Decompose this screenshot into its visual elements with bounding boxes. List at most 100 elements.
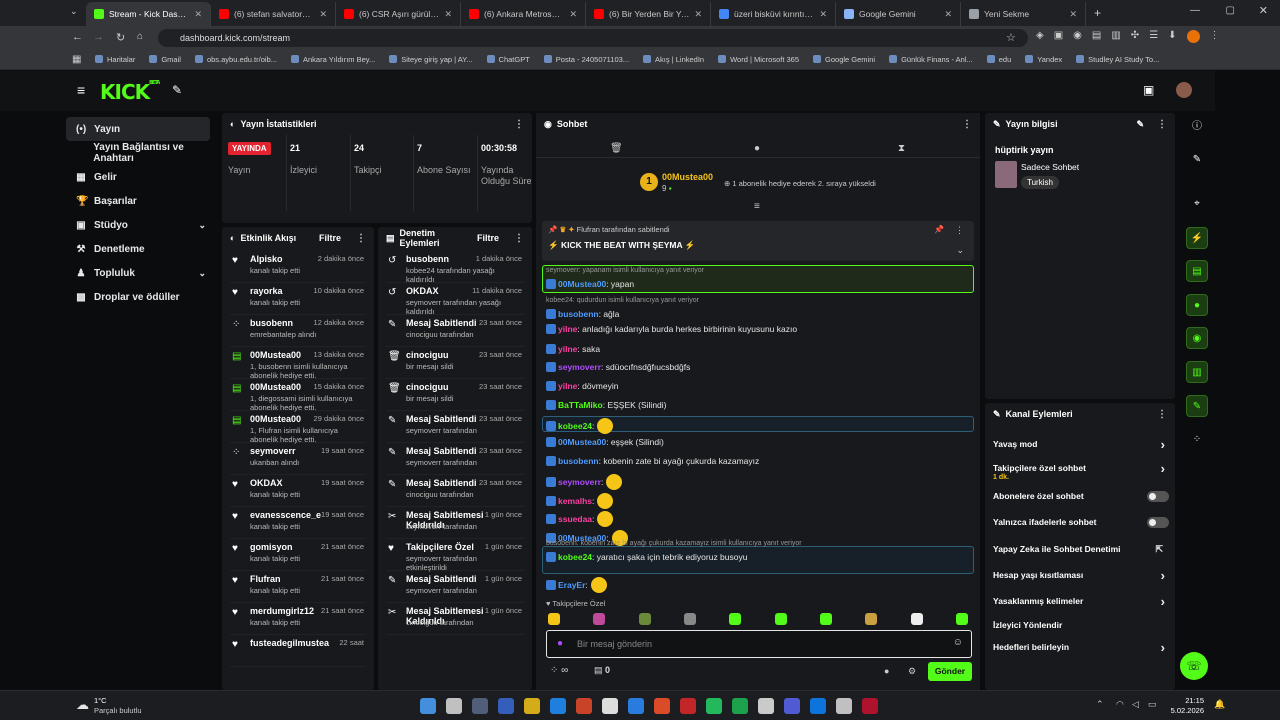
- notification-icon[interactable]: 🔔: [1214, 699, 1225, 710]
- emote-icon[interactable]: [955, 613, 968, 625]
- feed-item[interactable]: 🗑 cinociguu 23 saat önce bir mesajı sildi: [386, 347, 524, 379]
- chat-message[interactable]: kemalhs:: [546, 493, 614, 509]
- browser-tab[interactable]: Google Gemini ✕: [836, 2, 961, 26]
- pinned-menu-icon[interactable]: ⋮: [955, 225, 964, 236]
- tab-list-icon[interactable]: ☰: [1149, 30, 1158, 43]
- tab-search-icon[interactable]: ⌄: [70, 6, 78, 17]
- url-input[interactable]: dashboard.kick.com/stream: [158, 29, 1028, 47]
- feed-item[interactable]: ♥ rayorka 10 dakika önce kanalı takip etti: [230, 283, 366, 315]
- chat-message[interactable]: seymoverr:: [546, 474, 623, 490]
- channel-actions-menu-icon[interactable]: ⋮: [1157, 409, 1167, 420]
- moderation-menu-icon[interactable]: ⋮: [514, 233, 524, 244]
- taskbar-app-icon[interactable]: [706, 698, 722, 714]
- pin-icon[interactable]: 📌: [934, 225, 944, 234]
- feed-item[interactable]: ▤ 00Mustea00 13 dakika önce 1, busobenn isi…: [230, 347, 366, 380]
- taskbar-app-icon[interactable]: [524, 698, 540, 714]
- maximize-icon[interactable]: ▢: [1226, 5, 1235, 16]
- minimize-icon[interactable]: —: [1190, 5, 1200, 16]
- browser-tab[interactable]: (6) Bir Yerden Bir Yere "Ar ✕: [586, 2, 711, 26]
- feed-item[interactable]: ⁘ busobenn 12 dakika önce emrebantalep alın…: [230, 315, 366, 347]
- sidebar-item[interactable]: 🏆 Başarılar: [66, 189, 216, 213]
- browser-tab[interactable]: Yeni Sekme ✕: [961, 2, 1086, 26]
- bookmark-item[interactable]: Akış | LinkedIn: [643, 55, 704, 64]
- taskbar-app-icon[interactable]: [628, 698, 644, 714]
- chat-message[interactable]: ErayEr:: [546, 577, 607, 593]
- channel-action-item[interactable]: Hesap yaşı kısıtlaması ›: [993, 568, 1167, 588]
- document-icon[interactable]: ▤: [1186, 260, 1208, 282]
- feed-item[interactable]: ♥ fusteadegilmustea 22 saat: [230, 635, 366, 667]
- extension-icon[interactable]: ◉: [1073, 30, 1082, 43]
- bookmark-item[interactable]: Gmail: [149, 55, 181, 64]
- extension-icon[interactable]: ▥: [1111, 30, 1120, 43]
- category-thumbnail[interactable]: [995, 161, 1017, 188]
- hamburger-menu-icon[interactable]: ≡: [77, 82, 85, 98]
- chat-menu-icon[interactable]: ⋮: [962, 119, 972, 130]
- reload-icon[interactable]: ↻: [116, 31, 125, 44]
- emote-icon[interactable]: [774, 613, 787, 625]
- lightning-icon[interactable]: ⚡: [1186, 227, 1208, 249]
- activity-filter-button[interactable]: Filtre: [319, 233, 341, 243]
- bookmark-item[interactable]: Günlük Finans - Anl...: [889, 55, 973, 64]
- emote-icon[interactable]: [865, 613, 878, 625]
- channel-action-item[interactable]: İzleyici Yönlendir: [993, 620, 1167, 638]
- bookmark-item[interactable]: Word | Microsoft 365: [718, 55, 799, 64]
- feed-item[interactable]: ✎ Mesaj Sabitlendi 23 saat önce seymoverr t…: [386, 443, 524, 475]
- tab-close-icon[interactable]: ✕: [444, 9, 452, 20]
- emote-icon[interactable]: [593, 613, 606, 625]
- feed-item[interactable]: ▤ 00Mustea00 29 dakika önce 1, Flufran isim…: [230, 411, 366, 444]
- user-avatar[interactable]: [1176, 82, 1192, 98]
- chat-message[interactable]: yilne: dövmeyin: [546, 381, 618, 391]
- emote-icon[interactable]: [548, 613, 560, 625]
- clock-date[interactable]: 5.02.2026: [1160, 706, 1204, 715]
- browser-tab[interactable]: (6) CSR Aşırı gürültülü me ✕: [336, 2, 461, 26]
- menu-icon[interactable]: ⋮: [1210, 30, 1220, 43]
- chat-username[interactable]: yilne: [558, 324, 577, 334]
- bookmark-star-icon[interactable]: ☆: [1006, 31, 1016, 44]
- bookmark-item[interactable]: ChatGPT: [487, 55, 530, 64]
- channel-action-item[interactable]: Abonelere özel sohbet: [993, 491, 1169, 509]
- sidebar-item[interactable]: (•) Yayın: [66, 117, 210, 141]
- taskbar-app-icon[interactable]: [784, 698, 800, 714]
- wrench-icon[interactable]: ✎: [172, 83, 182, 97]
- download-icon[interactable]: ⬇: [1168, 30, 1176, 43]
- feed-item[interactable]: ▤ 00Mustea00 15 dakika önce 1, diegossami i…: [230, 379, 366, 412]
- forward-icon[interactable]: →: [93, 31, 104, 43]
- channel-action-item[interactable]: Yapay Zeka ile Sohbet Denetimi ⇱: [993, 544, 1167, 562]
- broadcast-icon[interactable]: ◉: [1186, 327, 1208, 349]
- profile-avatar[interactable]: [1186, 30, 1200, 43]
- volume-icon[interactable]: ◁: [1132, 699, 1139, 710]
- sidebar-item[interactable]: ⚒ Denetleme: [66, 237, 216, 261]
- feed-item[interactable]: ✎ Mesaj Sabitlendi 1 gün önce seymoverr tar…: [386, 571, 524, 603]
- chat-username[interactable]: kemalhs: [558, 496, 592, 506]
- reply-context[interactable]: busobenn: kobenin zate bi ayağı çukurda …: [546, 540, 802, 547]
- chat-username[interactable]: yilne: [558, 344, 577, 354]
- weather-temp[interactable]: 1°C: [94, 696, 107, 705]
- support-chat-button[interactable]: ☏: [1180, 652, 1208, 680]
- chat-message[interactable]: ssuedaa:: [546, 511, 614, 527]
- taskbar-app-icon[interactable]: [862, 698, 878, 714]
- users-infinity-icon[interactable]: ⁘ ∞: [550, 665, 568, 676]
- taskbar-app-icon[interactable]: [420, 698, 436, 714]
- chat-message[interactable]: BaTTaMiko: EŞŞEK (Silindi): [546, 400, 667, 410]
- emoji-icon[interactable]: ☺: [953, 637, 963, 648]
- chat-message[interactable]: 00Mustea00: yapan: [546, 279, 634, 289]
- feed-item[interactable]: ♥ merdumgirlz12 21 saat önce kanalı takip e…: [230, 603, 366, 635]
- taskbar-app-icon[interactable]: [732, 698, 748, 714]
- taskbar-app-icon[interactable]: [446, 698, 462, 714]
- bookmark-item[interactable]: edu: [987, 55, 1012, 64]
- weather-desc[interactable]: Parçalı bulutlu: [94, 706, 142, 715]
- bookmark-item[interactable]: Google Gemini: [813, 55, 875, 64]
- chat-message[interactable]: kobee24:: [546, 418, 614, 434]
- bookmark-item[interactable]: Haritalar: [95, 55, 135, 64]
- emote-icon[interactable]: [910, 613, 923, 625]
- puzzle-icon[interactable]: ✣: [1131, 30, 1139, 43]
- chat-username[interactable]: kobee24: [558, 552, 592, 562]
- sidebar-item[interactable]: ▩ Droplar ve ödüller: [66, 285, 216, 309]
- stats-menu-icon[interactable]: ⋮: [514, 119, 524, 130]
- chat-message[interactable]: kobee24: yaratıcı şaka için tebrik ediyo…: [546, 552, 747, 562]
- taskbar-app-icon[interactable]: [498, 698, 514, 714]
- taskbar-app-icon[interactable]: [680, 698, 696, 714]
- extension-icon[interactable]: ▤: [1092, 30, 1101, 43]
- taskbar-app-icon[interactable]: [836, 698, 852, 714]
- bookmark-item[interactable]: Studley AI Study To...: [1076, 55, 1159, 64]
